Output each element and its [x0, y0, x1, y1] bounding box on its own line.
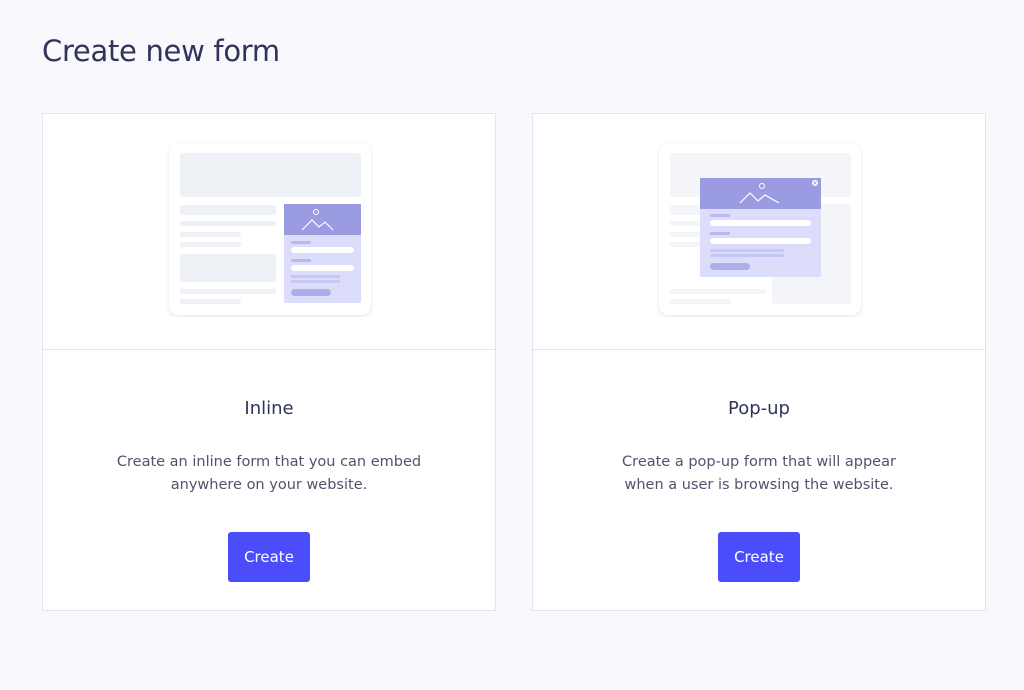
- inline-form-illustration-icon: [167, 141, 373, 317]
- card-title: Pop-up: [728, 398, 790, 419]
- inline-illustration-area: [43, 114, 495, 350]
- popup-form-card[interactable]: Pop-up Create a pop-up form that will ap…: [532, 113, 986, 611]
- popup-card-body: Pop-up Create a pop-up form that will ap…: [533, 350, 985, 612]
- inline-card-body: Inline Create an inline form that you ca…: [43, 350, 495, 612]
- popup-form-illustration-icon: [657, 141, 863, 317]
- card-title: Inline: [244, 398, 294, 419]
- create-popup-button[interactable]: Create: [718, 532, 800, 582]
- card-description: Create a pop-up form that will appear wh…: [622, 454, 896, 493]
- popup-illustration-area: [533, 114, 985, 350]
- page-title: Create new form: [42, 34, 280, 68]
- card-description: Create an inline form that you can embed…: [116, 454, 422, 493]
- create-inline-button[interactable]: Create: [228, 532, 310, 582]
- inline-form-card[interactable]: Inline Create an inline form that you ca…: [42, 113, 496, 611]
